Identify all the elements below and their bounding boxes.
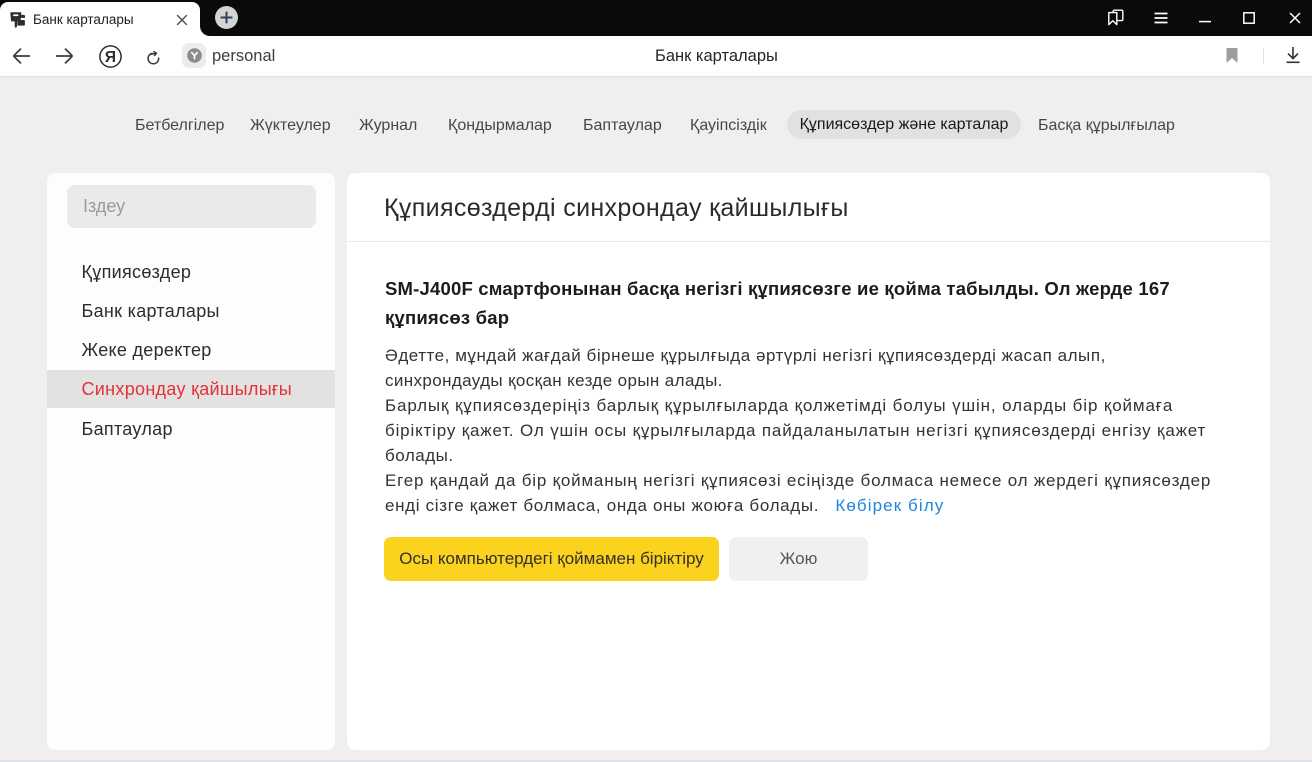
svg-text:Я: Я: [105, 49, 116, 66]
